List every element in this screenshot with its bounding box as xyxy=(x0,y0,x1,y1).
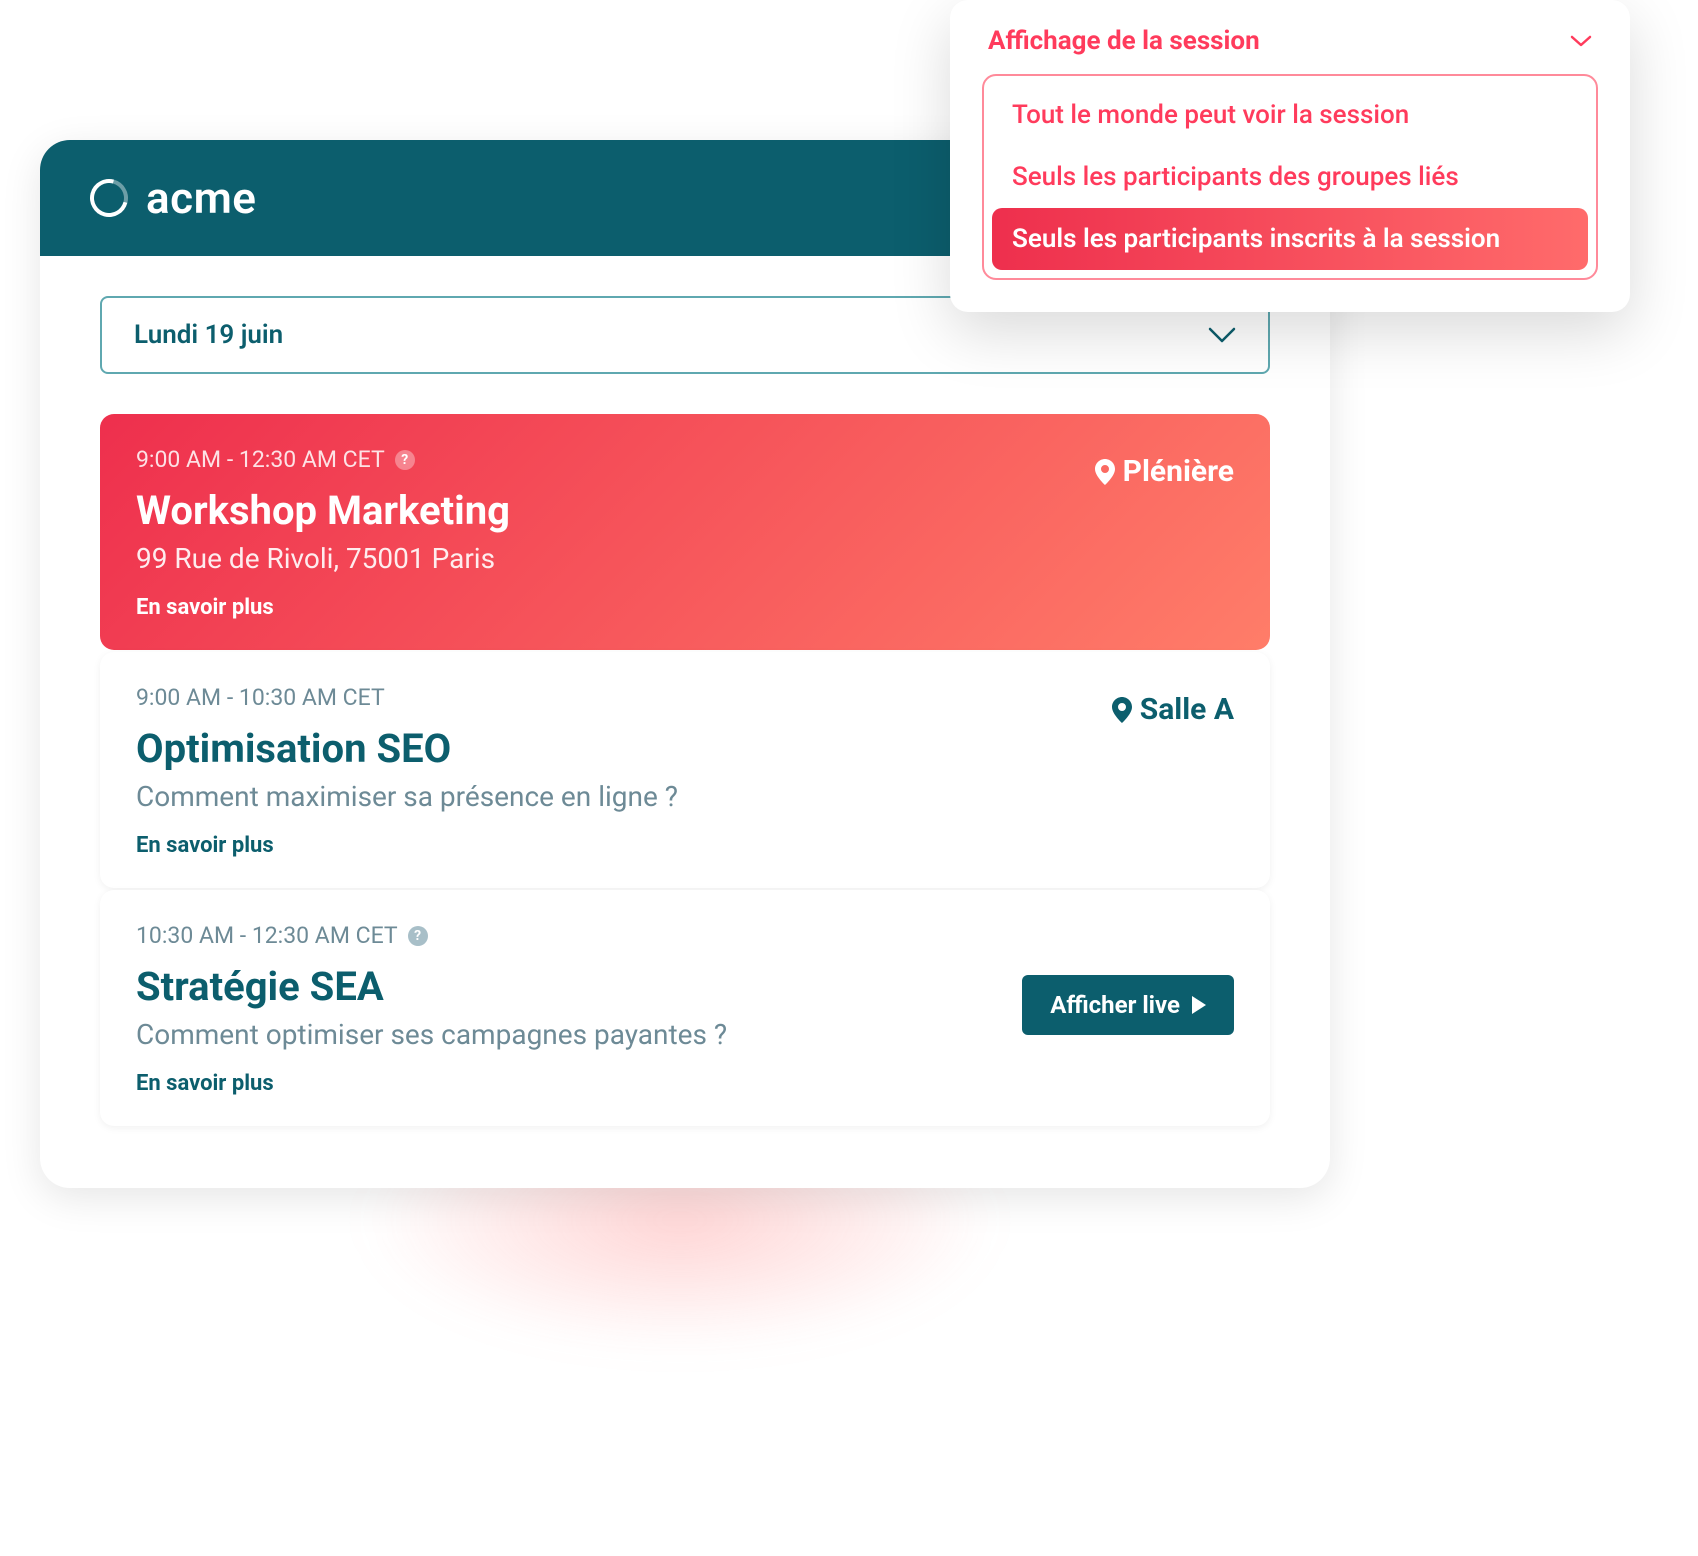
session-card[interactable]: 9:00 AM - 10:30 AM CET Salle A Optimisat… xyxy=(100,652,1270,888)
session-title: Workshop Marketing xyxy=(136,487,1234,534)
chevron-down-icon xyxy=(1570,35,1592,47)
session-card[interactable]: 10:30 AM - 12:30 AM CET ? Afficher live … xyxy=(100,890,1270,1126)
session-time: 9:00 AM - 10:30 AM CET xyxy=(136,684,1234,711)
location-text: Salle A xyxy=(1140,692,1234,727)
session-subtitle: Comment maximiser sa présence en ligne ? xyxy=(136,780,1234,813)
dropdown-option[interactable]: Seuls les participants des groupes liés xyxy=(992,146,1588,208)
pin-icon xyxy=(1095,459,1115,485)
session-time: 10:30 AM - 12:30 AM CET ? xyxy=(136,922,1234,949)
location-badge: Plénière xyxy=(1095,454,1234,489)
session-visibility-dropdown: Affichage de la session Tout le monde pe… xyxy=(950,0,1630,312)
show-live-button[interactable]: Afficher live xyxy=(1022,975,1234,1035)
dropdown-options-list: Tout le monde peut voir la session Seuls… xyxy=(982,74,1598,280)
help-icon[interactable]: ? xyxy=(395,450,415,470)
session-time-text: 10:30 AM - 12:30 AM CET xyxy=(136,922,398,949)
dropdown-title: Affichage de la session xyxy=(988,26,1260,56)
dropdown-header[interactable]: Affichage de la session xyxy=(982,26,1598,56)
session-title: Optimisation SEO xyxy=(136,725,1234,772)
live-button-label: Afficher live xyxy=(1050,991,1180,1019)
session-subtitle: 99 Rue de Rivoli, 75001 Paris xyxy=(136,542,1234,575)
location-text: Plénière xyxy=(1123,454,1234,489)
session-time-text: 9:00 AM - 10:30 AM CET xyxy=(136,684,385,711)
location-badge: Salle A xyxy=(1112,692,1234,727)
help-icon[interactable]: ? xyxy=(408,926,428,946)
session-card-featured[interactable]: 9:00 AM - 12:30 AM CET ? Plénière Worksh… xyxy=(100,414,1270,650)
session-more-link[interactable]: En savoir plus xyxy=(136,595,1234,620)
selected-date: Lundi 19 juin xyxy=(134,320,283,350)
dropdown-option-selected[interactable]: Seuls les participants inscrits à la ses… xyxy=(992,208,1588,270)
brand-name: acme xyxy=(146,172,256,224)
session-time-text: 9:00 AM - 12:30 AM CET xyxy=(136,446,385,473)
content-area: Lundi 19 juin 9:00 AM - 12:30 AM CET ? P… xyxy=(40,256,1330,1188)
logo-icon xyxy=(83,172,135,224)
dropdown-option[interactable]: Tout le monde peut voir la session xyxy=(992,84,1588,146)
session-time: 9:00 AM - 12:30 AM CET ? xyxy=(136,446,1234,473)
session-more-link[interactable]: En savoir plus xyxy=(136,833,1234,858)
play-icon xyxy=(1192,996,1206,1014)
chevron-down-icon xyxy=(1208,327,1236,343)
session-more-link[interactable]: En savoir plus xyxy=(136,1071,1234,1096)
pin-icon xyxy=(1112,697,1132,723)
